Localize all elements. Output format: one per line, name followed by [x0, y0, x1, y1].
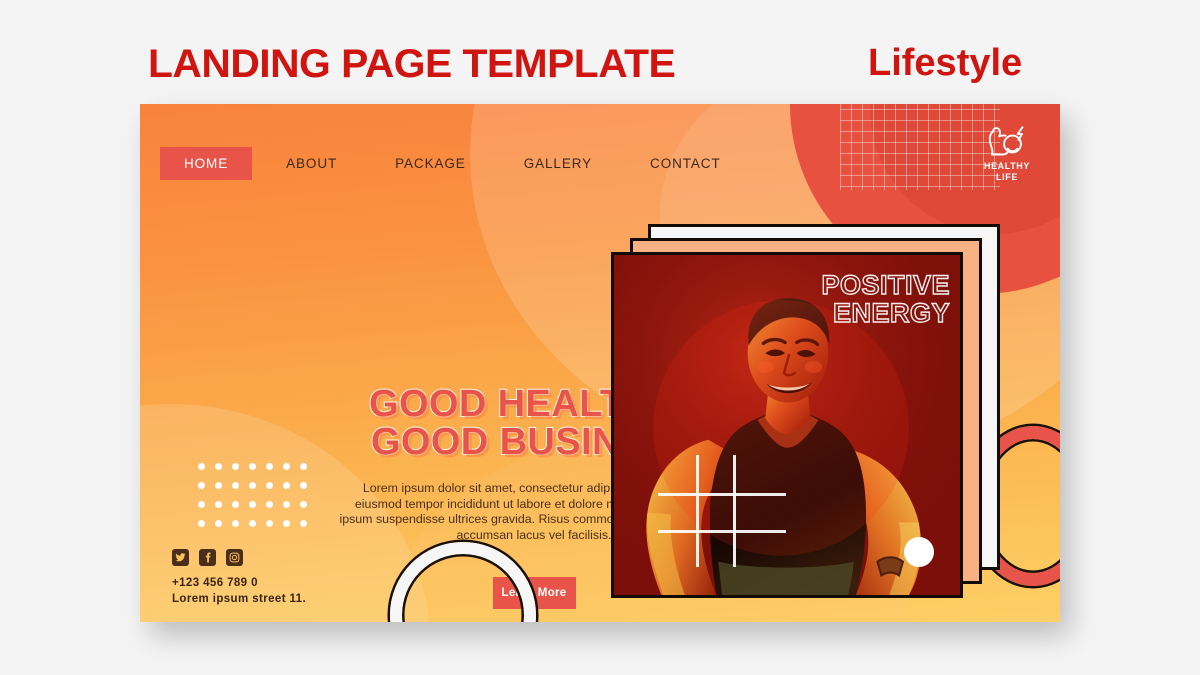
decorative-dot-grid — [198, 463, 317, 539]
landing-page-canvas: HEALTHY LIFE HOME ABOUT PACKAGE GALLERY … — [140, 104, 1060, 622]
preview-header: LANDING PAGE TEMPLATE Lifestyle — [0, 0, 1200, 100]
logo-badge[interactable]: HEALTHY LIFE — [972, 124, 1042, 183]
photo-caption-line2: ENERGY — [832, 298, 950, 328]
page-subtitle: Lifestyle — [868, 42, 1023, 84]
screenshot-stage: LANDING PAGE TEMPLATE Lifestyle HEALTHY — [0, 0, 1200, 675]
nav-item-home[interactable]: HOME — [160, 147, 253, 180]
contact-block: +123 456 789 0 Lorem ipsum street 11. — [172, 549, 306, 607]
main-navigation: HOME ABOUT PACKAGE GALLERY CONTACT — [160, 147, 721, 180]
nav-item-about[interactable]: ABOUT — [286, 156, 337, 171]
instagram-icon[interactable] — [226, 549, 243, 566]
nav-item-contact[interactable]: CONTACT — [650, 156, 721, 171]
facebook-glyph — [205, 552, 211, 563]
nav-item-package[interactable]: PACKAGE — [395, 156, 466, 171]
page-title: LANDING PAGE TEMPLATE — [148, 42, 676, 86]
photo-caption-line1: POSITIVE — [821, 270, 950, 300]
twitter-icon[interactable] — [172, 549, 189, 566]
contact-address: Lorem ipsum street 11. — [172, 593, 307, 605]
contact-phone: +123 456 789 0 — [172, 577, 258, 589]
facebook-icon[interactable] — [199, 549, 216, 566]
social-links — [172, 549, 306, 566]
flexed-bicep-icon — [988, 126, 1024, 156]
decorative-photo-grid — [658, 455, 786, 567]
nav-item-gallery[interactable]: GALLERY — [524, 156, 592, 171]
photo-caption: POSITIVE ENERGY — [821, 270, 950, 328]
logo-text: HEALTHY LIFE — [983, 161, 1031, 182]
hero-photo-card: POSITIVE ENERGY — [611, 252, 963, 598]
instagram-glyph — [229, 552, 240, 563]
twitter-glyph — [175, 553, 186, 562]
decorative-white-dot — [904, 537, 934, 567]
